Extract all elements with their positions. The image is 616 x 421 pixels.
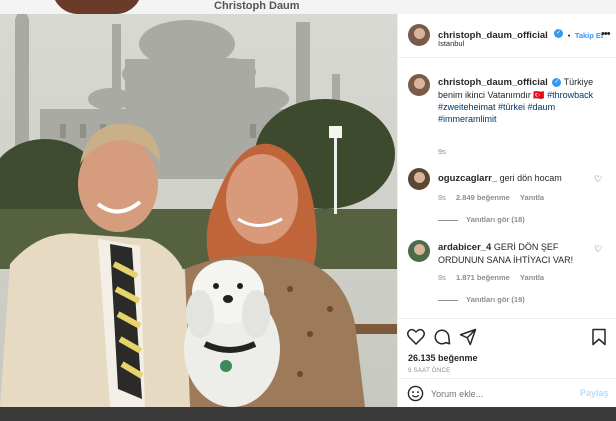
separator-dot: •	[567, 31, 571, 40]
author-avatar[interactable]	[408, 24, 430, 46]
caption-block: christoph_daum_official ✓ Türkiye benim …	[438, 76, 608, 125]
comment-like-icon[interactable]: ♡	[594, 244, 602, 255]
post-comment-button[interactable]: Paylaş	[580, 388, 609, 398]
follow-button[interactable]: Takip Et	[575, 31, 604, 40]
view-replies-label[interactable]: Yanıtları gör (19)	[466, 295, 525, 304]
view-replies-label[interactable]: Yanıtları gör (18)	[466, 215, 525, 224]
comment-avatar[interactable]	[408, 240, 430, 262]
comment-reply-button[interactable]: Yanıtla	[520, 193, 544, 202]
comment-meta: 9s 2.849 beğenme Yanıtla	[438, 193, 544, 202]
comment-icon[interactable]	[433, 328, 451, 346]
caption-age: 9s	[438, 147, 446, 156]
post-timestamp[interactable]: 9 SAAT ÖNCE	[408, 368, 450, 374]
verified-icon: ✓	[554, 29, 564, 39]
emoji-icon[interactable]	[407, 385, 424, 402]
comment-username[interactable]: ardabicer_4	[438, 242, 491, 253]
profile-name: Christoph Daum	[214, 0, 300, 12]
comment-reply-button[interactable]: Yanıtla	[520, 273, 544, 282]
caption-username[interactable]: christoph_daum_official	[438, 77, 548, 88]
comment-age: 9s	[438, 273, 446, 282]
comment-meta: 9s 1.871 beğenme Yanıtla	[438, 273, 544, 282]
profile-avatar	[52, 0, 142, 14]
comment-likes[interactable]: 2.849 beğenme	[456, 193, 510, 202]
post-photo[interactable]	[0, 14, 397, 407]
comment-input[interactable]	[431, 385, 571, 402]
caption-avatar[interactable]	[408, 74, 430, 96]
mosque-photo-illustration	[0, 14, 397, 407]
comment-body: oguzcaglarr_ geri dön hocam	[438, 172, 588, 185]
comment-body: ardabicer_4 GERİ DÖN ŞEF ORDUNUN SANA İH…	[438, 241, 586, 266]
comment-composer: Paylaş	[398, 378, 616, 407]
replies-rule	[438, 219, 458, 221]
view-replies[interactable]: Yanıtları gör (18)	[438, 215, 525, 224]
comment-username[interactable]: oguzcaglarr_	[438, 173, 497, 184]
caption-verified-icon: ✓	[552, 78, 562, 88]
bottom-strip	[0, 407, 616, 421]
post-details-panel: christoph_daum_official ✓ • Takip Et İst…	[397, 14, 616, 407]
bookmark-icon[interactable]	[591, 328, 607, 346]
comment-text: geri dön hocam	[499, 173, 562, 183]
comment-age: 9s	[438, 193, 446, 202]
replies-rule	[438, 299, 458, 301]
comment-avatar[interactable]	[408, 168, 430, 190]
comment-like-icon[interactable]: ♡	[594, 174, 602, 185]
view-replies[interactable]: Yanıtları gör (19)	[438, 295, 525, 304]
share-icon[interactable]	[459, 328, 477, 346]
post-actions: 26.135 beğenme 9 SAAT ÖNCE	[398, 318, 616, 378]
more-icon[interactable]: •••	[601, 28, 611, 40]
post-header: christoph_daum_official ✓ • Takip Et İst…	[398, 14, 616, 58]
heart-icon[interactable]	[407, 328, 425, 345]
likes-count[interactable]: 26.135 beğenme	[408, 353, 478, 363]
comments-scroll[interactable]: christoph_daum_official ✓ Türkiye benim …	[398, 58, 616, 318]
post-location[interactable]: İstanbul	[438, 39, 464, 48]
comment-likes[interactable]: 1.871 beğenme	[456, 273, 510, 282]
profile-header-strip: Christoph Daum	[0, 0, 616, 14]
